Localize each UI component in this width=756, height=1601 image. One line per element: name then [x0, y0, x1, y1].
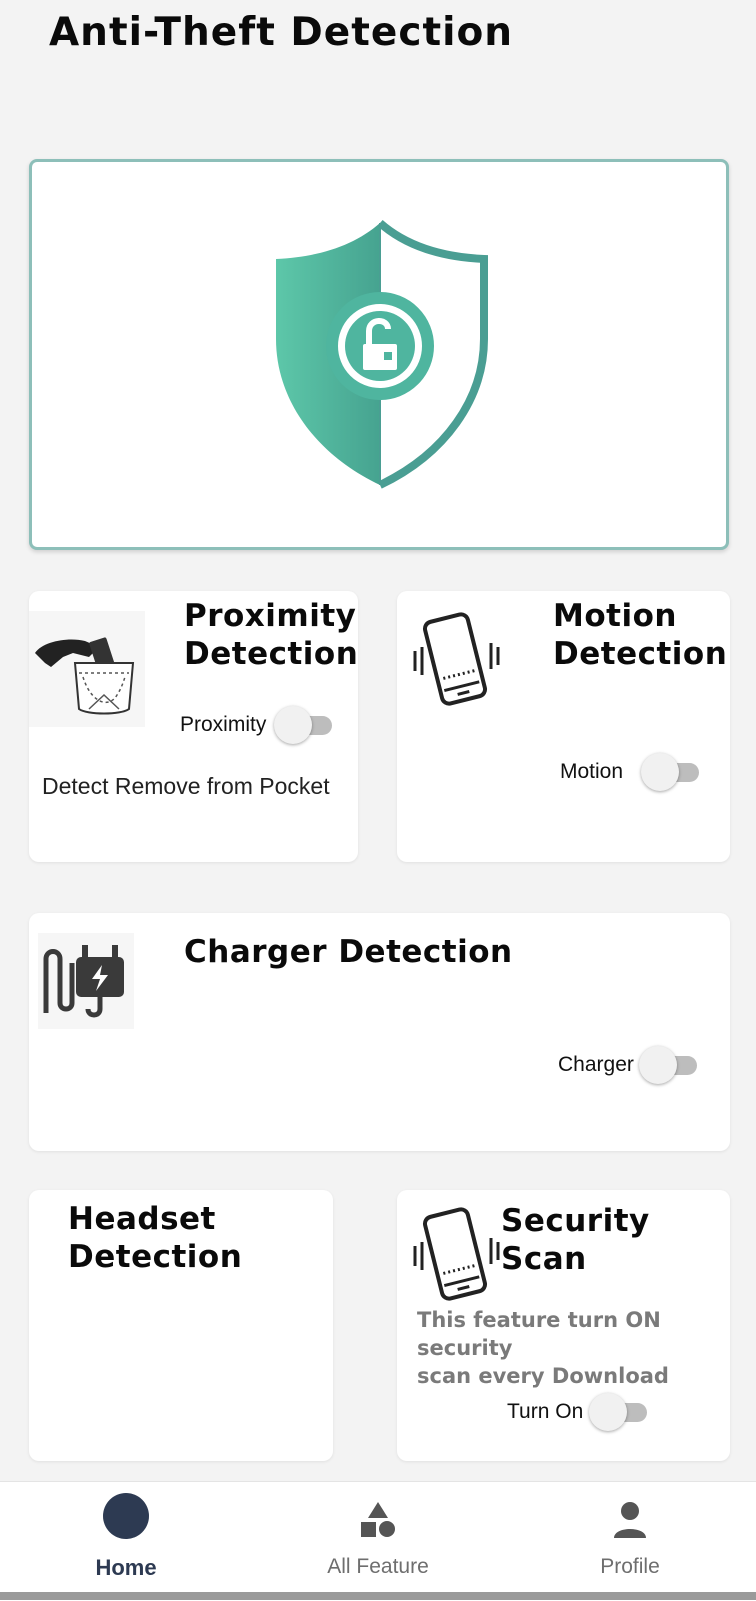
security-scan-card: Security Scan This feature turn ON secur… — [397, 1190, 730, 1461]
proximity-description: Detect Remove from Pocket — [42, 773, 330, 799]
charger-detection-card: Charger Detection Charger — [29, 913, 730, 1151]
charger-plug-icon — [43, 945, 124, 1018]
security-scan-title: Security Scan — [501, 1203, 650, 1277]
home-circle-icon — [103, 1493, 149, 1539]
proximity-detection-card: Proximity Detection Proximity Detect Rem… — [29, 591, 358, 862]
security-scan-toggle-label: Turn On — [507, 1400, 584, 1423]
pocket-illustration — [29, 611, 145, 727]
system-gesture-bar — [0, 1592, 756, 1600]
nav-profile-label: Profile — [600, 1555, 660, 1578]
charger-toggle-label: Charger — [558, 1053, 634, 1076]
headset-detection-card: Headset Detection — [29, 1190, 333, 1461]
headset-title: Headset Detection — [68, 1201, 243, 1275]
bottom-navigation: Home All Feature Profile — [0, 1481, 756, 1601]
nav-item-home[interactable]: Home — [0, 1482, 252, 1601]
security-scan-description: This feature turn ON security scan every… — [417, 1308, 669, 1388]
nav-home-label: Home — [95, 1555, 157, 1580]
proximity-toggle[interactable] — [274, 706, 334, 744]
motion-detection-card: Motion Detection Motion — [397, 591, 730, 862]
charger-toggle[interactable] — [639, 1046, 699, 1084]
page-title: Anti-Theft Detection — [49, 10, 514, 55]
motion-toggle[interactable] — [641, 753, 701, 791]
motion-toggle-label: Motion — [560, 760, 624, 783]
nav-item-profile[interactable]: Profile — [504, 1482, 756, 1601]
shapes-icon — [361, 1502, 395, 1537]
proximity-toggle-label: Proximity — [180, 713, 267, 736]
hero-shield-banner — [29, 159, 729, 550]
vibrating-phone-icon — [413, 612, 500, 706]
proximity-title: Proximity Detection — [184, 598, 359, 672]
security-scan-toggle[interactable] — [589, 1393, 649, 1431]
vibrating-phone-icon — [413, 1207, 500, 1301]
pocket-phone-icon — [35, 637, 135, 715]
motion-title: Motion Detection — [553, 598, 728, 672]
charger-title: Charger Detection — [184, 934, 513, 970]
shield-lock-icon — [276, 219, 488, 489]
nav-item-all-feature[interactable]: All Feature — [252, 1482, 504, 1601]
person-icon — [614, 1502, 646, 1538]
charger-illustration — [38, 933, 134, 1029]
nav-all-feature-label: All Feature — [327, 1555, 429, 1578]
